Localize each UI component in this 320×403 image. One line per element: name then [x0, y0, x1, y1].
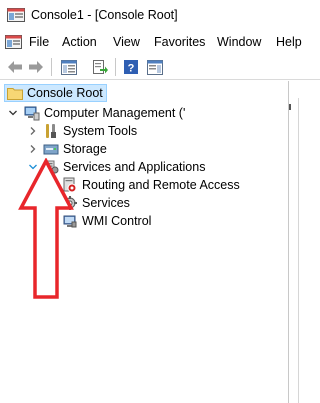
tree-node-label: System Tools [63, 124, 138, 138]
console-menu-icon[interactable] [5, 35, 22, 49]
back-icon[interactable] [5, 57, 25, 77]
tree-node-label: Storage [63, 142, 107, 156]
show-hide-action-pane-icon[interactable] [145, 57, 165, 77]
tree-node-console-root[interactable]: Console Root [4, 84, 107, 102]
window-title: Console1 - [Console Root] [31, 8, 178, 22]
menu-favorites[interactable]: Favorites [154, 35, 205, 49]
tree-node-label: Console Root [27, 86, 103, 100]
menu-help[interactable]: Help [276, 35, 302, 49]
results-pane-column-marker [289, 104, 291, 110]
toolbar: ? [0, 54, 320, 80]
results-pane[interactable] [290, 81, 320, 403]
export-list-icon[interactable] [90, 57, 110, 77]
system-tools-icon [43, 123, 59, 139]
tree-node-label: WMI Control [82, 214, 152, 228]
tree-node-routing-and-remote-access[interactable]: Routing and Remote Access [62, 176, 240, 194]
folder-icon [7, 85, 23, 101]
tree-node-label: Routing and Remote Access [82, 178, 240, 192]
tree-node-label: Services and Applications [63, 160, 206, 174]
forward-icon[interactable] [26, 57, 46, 77]
tree-node-label: Services [82, 196, 130, 210]
title-bar[interactable]: Console1 - [Console Root] [0, 0, 320, 30]
pane-divider [298, 98, 299, 403]
tree-node-label: Computer Management (' [44, 106, 186, 120]
menu-window[interactable]: Window [217, 35, 261, 49]
menu-file[interactable]: File [29, 35, 49, 49]
tree-node-system-tools[interactable]: System Tools [43, 122, 137, 140]
toolbar-separator [115, 58, 116, 76]
help-icon[interactable]: ? [121, 57, 141, 77]
tree-node-storage[interactable]: Storage [43, 140, 107, 158]
computer-management-icon [24, 105, 40, 121]
toolbar-separator [51, 58, 52, 76]
menu-view[interactable]: View [113, 35, 140, 49]
collapsed-chevron-icon[interactable] [28, 144, 38, 154]
show-hide-console-tree-icon[interactable] [59, 57, 79, 77]
expanded-chevron-icon[interactable] [8, 108, 18, 118]
tree-node-computer-management[interactable]: Computer Management (' [24, 104, 185, 122]
menu-bar: File Action View Favorites Window Help [0, 30, 320, 54]
storage-icon [43, 141, 59, 157]
tree-node-wmi-control[interactable]: WMI Control [62, 212, 151, 230]
mmc-app-icon [7, 8, 25, 22]
collapsed-chevron-icon[interactable] [28, 126, 38, 136]
menu-action[interactable]: Action [62, 35, 97, 49]
annotation-arrow-icon [18, 158, 74, 299]
svg-text:?: ? [128, 63, 135, 75]
